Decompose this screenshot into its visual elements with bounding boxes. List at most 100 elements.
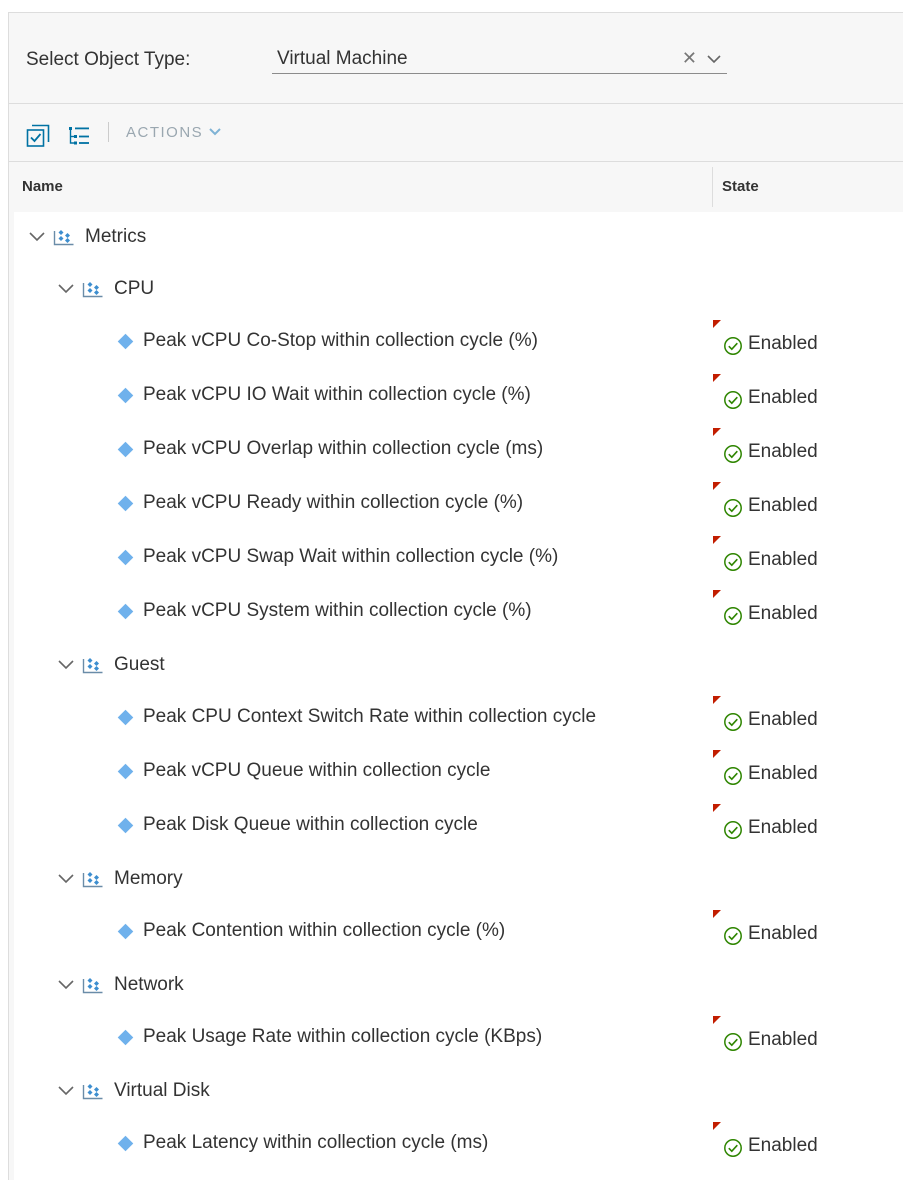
metric-group-icon <box>82 1082 104 1105</box>
tree-row-group[interactable]: Virtual Disk <box>14 1066 903 1118</box>
metric-name[interactable]: Peak CPU Context Switch Rate within coll… <box>143 706 596 728</box>
metric-group-icon <box>82 280 104 303</box>
metric-icon <box>117 387 134 404</box>
state-value[interactable]: Enabled <box>748 441 818 463</box>
check-circle-icon <box>723 552 743 577</box>
tree-row-metric[interactable]: Peak vCPU Ready within collection cycle … <box>14 478 903 530</box>
chevron-down-icon[interactable] <box>58 1083 74 1101</box>
clear-icon[interactable]: ✕ <box>682 48 697 69</box>
metric-icon <box>117 495 134 512</box>
metric-name[interactable]: Peak Contention within collection cycle … <box>143 920 505 942</box>
tree-node-label: Virtual Disk <box>114 1080 210 1101</box>
tree-row-metric[interactable]: Peak vCPU IO Wait within collection cycl… <box>14 370 903 422</box>
tree-row-metric[interactable]: Peak Usage Rate within collection cycle … <box>14 1012 903 1064</box>
object-type-select[interactable]: Virtual Machine ✕ <box>272 43 727 74</box>
check-circle-icon <box>723 926 743 951</box>
modified-marker-icon <box>713 320 721 328</box>
modified-marker-icon <box>713 1122 721 1130</box>
check-circle-icon <box>723 498 743 523</box>
metric-icon <box>117 441 134 458</box>
state-value[interactable]: Enabled <box>748 333 818 355</box>
object-type-value: Virtual Machine <box>277 48 408 69</box>
state-value[interactable]: Enabled <box>748 549 818 571</box>
modified-marker-icon <box>713 804 721 812</box>
check-circle-icon <box>723 390 743 415</box>
metric-icon <box>117 709 134 726</box>
metric-icon <box>117 549 134 566</box>
modified-marker-icon <box>713 482 721 490</box>
state-value[interactable]: Enabled <box>748 923 818 945</box>
tree-row-root[interactable]: Metrics <box>14 212 903 264</box>
chevron-down-icon[interactable] <box>58 871 74 889</box>
modified-marker-icon <box>713 374 721 382</box>
modified-marker-icon <box>713 696 721 704</box>
state-value[interactable]: Enabled <box>748 387 818 409</box>
tree-row-group[interactable]: CPU <box>14 264 903 316</box>
tree-table-body: Metrics CPU Peak vCPU Co-Stop within coll… <box>14 212 903 1180</box>
state-value[interactable]: Enabled <box>748 1135 818 1157</box>
tree-node-label: Network <box>114 974 184 995</box>
state-value[interactable]: Enabled <box>748 709 818 731</box>
tree-row-metric[interactable]: Peak Latency within collection cycle (ms… <box>14 1118 903 1170</box>
check-circle-icon <box>723 1138 743 1163</box>
tree-node-label: CPU <box>114 278 155 299</box>
state-value[interactable]: Enabled <box>748 495 818 517</box>
metric-name[interactable]: Peak vCPU Co-Stop within collection cycl… <box>143 330 538 352</box>
state-value[interactable]: Enabled <box>748 763 818 785</box>
chevron-down-icon <box>209 128 221 136</box>
modified-marker-icon <box>713 1016 721 1024</box>
tree-row-metric[interactable]: Peak vCPU Overlap within collection cycl… <box>14 424 903 476</box>
state-value[interactable]: Enabled <box>748 817 818 839</box>
tree-row-metric[interactable]: Peak vCPU Swap Wait within collection cy… <box>14 532 903 584</box>
toolbar: ACTIONS <box>9 104 903 162</box>
tree-row-metric[interactable]: Peak vCPU Co-Stop within collection cycl… <box>14 316 903 368</box>
metric-group-icon <box>82 656 104 679</box>
metric-name[interactable]: Peak Latency within collection cycle (ms… <box>143 1132 488 1154</box>
tree-row-group[interactable]: Memory <box>14 854 903 906</box>
metric-group-icon <box>53 228 75 251</box>
metric-name[interactable]: Peak vCPU System within collection cycle… <box>143 600 532 622</box>
metric-name[interactable]: Peak vCPU Queue within collection cycle <box>143 760 490 782</box>
metric-icon <box>117 333 134 350</box>
tree-row-metric[interactable]: Peak Disk Queue within collection cycle E… <box>14 800 903 852</box>
modified-marker-icon <box>713 590 721 598</box>
column-header-name[interactable]: Name <box>22 178 63 195</box>
metric-name[interactable]: Peak Usage Rate within collection cycle … <box>143 1026 542 1048</box>
chevron-down-icon[interactable] <box>58 657 74 675</box>
table-header: Name State <box>9 162 903 212</box>
metric-group-icon <box>82 976 104 999</box>
tree-view-icon[interactable] <box>67 124 91 153</box>
actions-menu[interactable]: ACTIONS <box>126 124 221 141</box>
metric-name[interactable]: Peak vCPU IO Wait within collection cycl… <box>143 384 531 406</box>
state-value[interactable]: Enabled <box>748 1029 818 1051</box>
actions-label: ACTIONS <box>126 124 204 141</box>
tree-row-metric[interactable]: Peak vCPU Queue within collection cycle E… <box>14 746 903 798</box>
metric-name[interactable]: Peak Disk Queue within collection cycle <box>143 814 478 836</box>
check-circle-icon <box>723 1032 743 1057</box>
metric-name[interactable]: Peak vCPU Swap Wait within collection cy… <box>143 546 558 568</box>
metric-icon <box>117 817 134 834</box>
metric-name[interactable]: Peak vCPU Ready within collection cycle … <box>143 492 523 514</box>
check-circle-icon <box>723 820 743 845</box>
tree-row-metric[interactable]: Peak Contention within collection cycle … <box>14 906 903 958</box>
tree-row-group[interactable]: Network <box>14 960 903 1012</box>
check-circle-icon <box>723 606 743 631</box>
select-all-icon[interactable] <box>26 124 50 153</box>
metric-config-panel: Select Object Type: Virtual Machine ✕ AC… <box>8 12 903 1180</box>
tree-row-metric[interactable]: Peak CPU Context Switch Rate within coll… <box>14 692 903 744</box>
toolbar-divider <box>108 122 109 142</box>
metric-icon <box>117 763 134 780</box>
metric-icon <box>117 603 134 620</box>
tree-row-group[interactable]: Guest <box>14 640 903 692</box>
tree-row-metric[interactable]: Peak vCPU System within collection cycle… <box>14 586 903 638</box>
state-value[interactable]: Enabled <box>748 603 818 625</box>
metric-name[interactable]: Peak vCPU Overlap within collection cycl… <box>143 438 543 460</box>
chevron-down-icon[interactable] <box>29 229 45 247</box>
chevron-down-icon[interactable] <box>58 281 74 299</box>
chevron-down-icon[interactable] <box>707 51 721 69</box>
column-header-state[interactable]: State <box>722 178 759 195</box>
chevron-down-icon[interactable] <box>58 977 74 995</box>
check-circle-icon <box>723 444 743 469</box>
check-circle-icon <box>723 712 743 737</box>
column-resize-handle[interactable] <box>712 167 713 207</box>
